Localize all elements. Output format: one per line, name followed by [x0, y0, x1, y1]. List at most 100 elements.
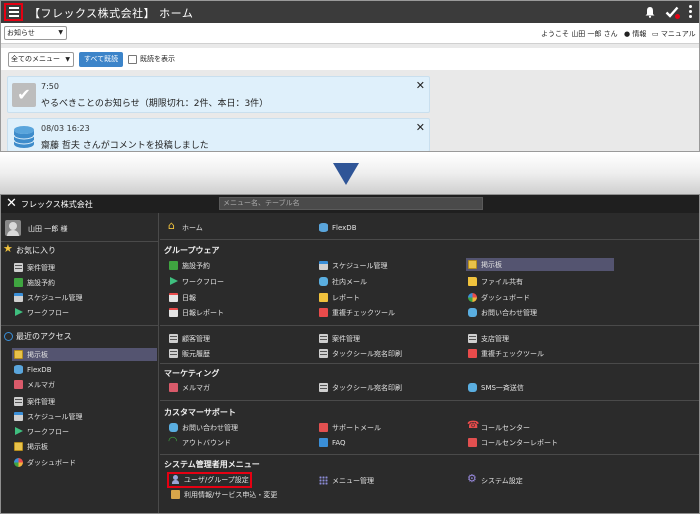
- divider: [1, 325, 159, 326]
- menu-item[interactable]: 施設予約: [167, 259, 210, 272]
- menu-search-input[interactable]: メニュー名、テーブル名: [219, 197, 483, 210]
- phone-icon: [467, 420, 479, 432]
- menu-item[interactable]: 掲示板: [466, 258, 614, 271]
- recent-item[interactable]: 掲示板: [12, 440, 157, 453]
- recent-label: メルマガ: [27, 380, 55, 389]
- menu-item-home[interactable]: ホーム: [167, 219, 203, 234]
- show-read-checkbox[interactable]: 既読を表示: [128, 54, 175, 64]
- menu-item[interactable]: コールセンター: [466, 420, 530, 434]
- menu-item-label: システム設定: [481, 476, 523, 485]
- menu-item-label: スケジュール管理: [332, 261, 388, 270]
- recent-item[interactable]: スケジュール管理: [12, 410, 157, 423]
- menu-item[interactable]: 重複チェックツール: [317, 306, 395, 319]
- favorite-item[interactable]: 案件管理: [12, 261, 157, 274]
- call-report-icon: [468, 438, 477, 447]
- menu-item[interactable]: お問い合わせ管理: [167, 421, 238, 434]
- section-title-groupware: グループウェア: [164, 246, 220, 255]
- menu-item[interactable]: サポートメール: [317, 421, 381, 434]
- menu-item[interactable]: FAQ: [317, 436, 346, 449]
- menu-item[interactable]: 顧客管理: [167, 332, 210, 345]
- welcome-text: ようこそ 山田 一郎 さん: [541, 30, 618, 38]
- menu-item[interactable]: SMS一斉送信: [466, 381, 524, 394]
- menu-item[interactable]: メルマガ: [167, 381, 210, 394]
- divider: [160, 454, 699, 455]
- user-row[interactable]: 山田 一郎 様: [1, 217, 159, 239]
- notification-card[interactable]: ✔ 7:50 やるべきことのお知らせ（期限切れ：2件、本日：3件） ✕: [7, 76, 430, 113]
- close-menu-icon[interactable]: ✕: [6, 196, 17, 211]
- menu-item-system-settings[interactable]: システム設定: [466, 472, 523, 487]
- section-title-system: システム管理者用メニュー: [164, 460, 260, 469]
- table-icon: [319, 334, 328, 343]
- menu-item[interactable]: お問い合わせ管理: [466, 306, 537, 319]
- page-title: 【フレックス株式会社】 ホーム: [29, 7, 194, 20]
- duplicate-check-icon: [468, 349, 477, 358]
- section-title-marketing: マーケティング: [164, 369, 220, 378]
- transition-band: [0, 153, 700, 194]
- checkbox[interactable]: [128, 54, 137, 64]
- menu-item-label: FAQ: [332, 438, 346, 447]
- mark-all-read-button[interactable]: すべて既読: [79, 52, 123, 67]
- menu-item[interactable]: スケジュール管理: [317, 259, 388, 272]
- menu-item-menu-management[interactable]: メニュー管理: [317, 474, 374, 487]
- recent-item[interactable]: ダッシュボード: [12, 456, 157, 469]
- menu-item[interactable]: ファイル共有: [466, 275, 523, 288]
- menu-item[interactable]: 日報: [167, 291, 196, 304]
- menu-item-user-group-settings[interactable]: ユーザ/グループ設定: [169, 473, 249, 486]
- bell-icon[interactable]: [644, 6, 656, 18]
- favorite-item[interactable]: スケジュール管理: [12, 291, 157, 304]
- menu-item[interactable]: ダッシュボード: [466, 291, 530, 304]
- menu-item[interactable]: アウトバウンド: [167, 434, 231, 449]
- label-print-icon: [319, 349, 328, 358]
- favorite-item[interactable]: ワークフロー: [12, 306, 157, 319]
- home-screen: 【フレックス株式会社】 ホーム お知らせ ▼ ようこそ 山田 一郎 さん ● 情報…: [0, 0, 700, 152]
- menu-item[interactable]: ワークフロー: [167, 275, 224, 288]
- todo-badge: [675, 14, 680, 19]
- close-icon[interactable]: ✕: [416, 79, 425, 92]
- menu-item[interactable]: 販元履歴: [167, 347, 210, 360]
- menu-item[interactable]: 社内メール: [317, 275, 367, 288]
- home-icon: [168, 219, 178, 232]
- company-name: フレックス株式会社: [21, 200, 93, 209]
- inquiry-icon: [468, 308, 477, 317]
- recent-item[interactable]: メルマガ: [12, 378, 157, 391]
- menu-item-label: 社内メール: [332, 277, 367, 286]
- menu-item[interactable]: 支店管理: [466, 332, 509, 345]
- menu-item-flexdb[interactable]: FlexDB: [317, 221, 357, 234]
- menu-item-label: レポート: [332, 293, 360, 302]
- menu-item-label: コールセンターレポート: [481, 438, 558, 447]
- recent-item[interactable]: 掲示板: [12, 348, 157, 361]
- divider: [160, 239, 699, 240]
- menu-item[interactable]: 重複チェックツール: [466, 347, 544, 360]
- favorite-item[interactable]: 施設予約: [12, 276, 157, 289]
- menu-filter-select[interactable]: 全てのメニュー ▼: [8, 52, 74, 67]
- menu-item[interactable]: レポート: [317, 291, 360, 304]
- daily-report-icon: [169, 308, 178, 317]
- hamburger-menu-button[interactable]: [4, 3, 23, 21]
- menu-item[interactable]: 日報レポート: [167, 306, 224, 319]
- close-icon[interactable]: ✕: [416, 121, 425, 134]
- manual-link[interactable]: ▭ マニュアル: [652, 29, 696, 39]
- info-link[interactable]: ● 情報: [624, 29, 646, 39]
- recent-item[interactable]: ワークフロー: [12, 425, 157, 438]
- recent-item[interactable]: FlexDB: [12, 363, 157, 376]
- divider: [160, 325, 699, 326]
- menu-item[interactable]: タックシール宛名印刷: [317, 381, 402, 394]
- bulletin-board-icon: [14, 442, 23, 451]
- recent-label: ダッシュボード: [27, 458, 76, 467]
- menu-item-usage-info[interactable]: 利用情報/サービス申込・変更: [169, 488, 277, 501]
- notice-select[interactable]: お知らせ ▼: [4, 26, 67, 40]
- recent-title: 最近のアクセス: [16, 332, 72, 341]
- notification-card[interactable]: 08/03 16:23 齋藤 哲夫 さんがコメントを投稿しました ✕: [7, 118, 430, 151]
- recent-item[interactable]: 案件管理: [12, 395, 157, 408]
- facility-icon: [169, 261, 178, 270]
- menu-item[interactable]: コールセンターレポート: [466, 436, 558, 449]
- recent-label: 案件管理: [27, 397, 55, 406]
- menu-item[interactable]: タックシール宛名印刷: [317, 347, 402, 360]
- menu-item[interactable]: 案件管理: [317, 332, 360, 345]
- menu-item-label: FlexDB: [332, 223, 357, 232]
- more-options-icon[interactable]: [689, 5, 693, 18]
- workflow-icon: [169, 277, 178, 286]
- favorite-label: 施設予約: [27, 278, 55, 287]
- manual-label: マニュアル: [660, 30, 696, 38]
- menu-item-label: 施設予約: [182, 261, 210, 270]
